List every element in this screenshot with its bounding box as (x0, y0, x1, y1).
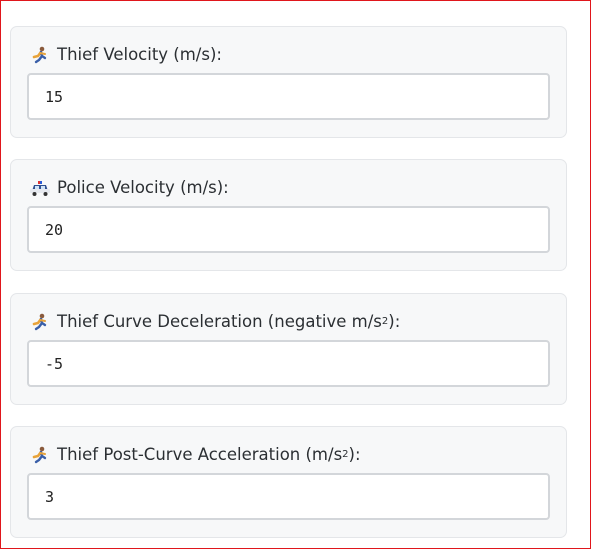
police-velocity-label-text: Police Velocity (m/s): (57, 178, 229, 197)
window-frame: Thief Velocity (m/s): Police Velocity (m… (0, 0, 591, 549)
thief-curve-deceleration-input[interactable] (27, 340, 550, 387)
thief-post-curve-acceleration-label: Thief Post-Curve Acceleration (m/s2): (29, 445, 361, 464)
police-velocity-label: Police Velocity (m/s): (29, 178, 229, 197)
thief-velocity-label: Thief Velocity (m/s): (29, 45, 222, 64)
police-velocity-input[interactable] (27, 206, 550, 253)
thief-post-curve-acceleration-input[interactable] (27, 473, 550, 520)
thief-velocity-input[interactable] (27, 73, 550, 120)
thief-curve-deceleration-label-text: Thief Curve Deceleration (negative m/s2)… (57, 312, 401, 331)
thief-velocity-card: Thief Velocity (m/s): (10, 26, 567, 138)
runner-icon (29, 313, 51, 331)
runner-icon (29, 46, 51, 64)
thief-curve-deceleration-card: Thief Curve Deceleration (negative m/s2)… (10, 293, 567, 405)
police-car-icon (29, 179, 51, 197)
thief-post-curve-acceleration-label-text: Thief Post-Curve Acceleration (m/s2): (57, 445, 361, 464)
thief-curve-deceleration-label: Thief Curve Deceleration (negative m/s2)… (29, 312, 400, 331)
runner-icon (29, 446, 51, 464)
police-velocity-card: Police Velocity (m/s): (10, 159, 567, 271)
thief-velocity-label-text: Thief Velocity (m/s): (57, 45, 222, 64)
thief-post-curve-acceleration-card: Thief Post-Curve Acceleration (m/s2): (10, 426, 567, 538)
